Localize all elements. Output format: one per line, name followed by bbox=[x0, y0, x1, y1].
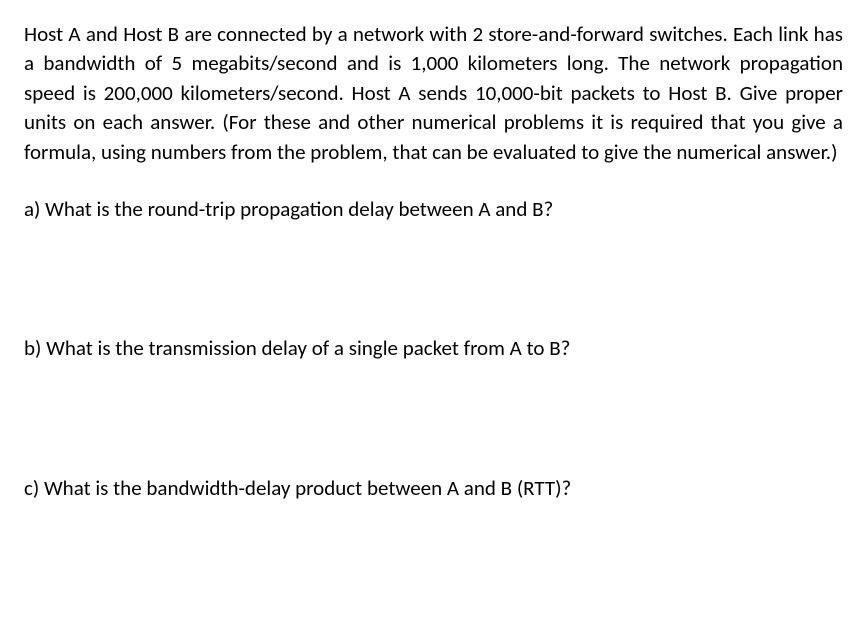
question-c: c) What is the bandwidth-delay product b… bbox=[24, 474, 843, 503]
problem-intro: Host A and Host B are connected by a net… bbox=[24, 20, 843, 167]
question-b: b) What is the transmission delay of a s… bbox=[24, 334, 843, 363]
question-a: a) What is the round-trip propagation de… bbox=[24, 195, 843, 224]
